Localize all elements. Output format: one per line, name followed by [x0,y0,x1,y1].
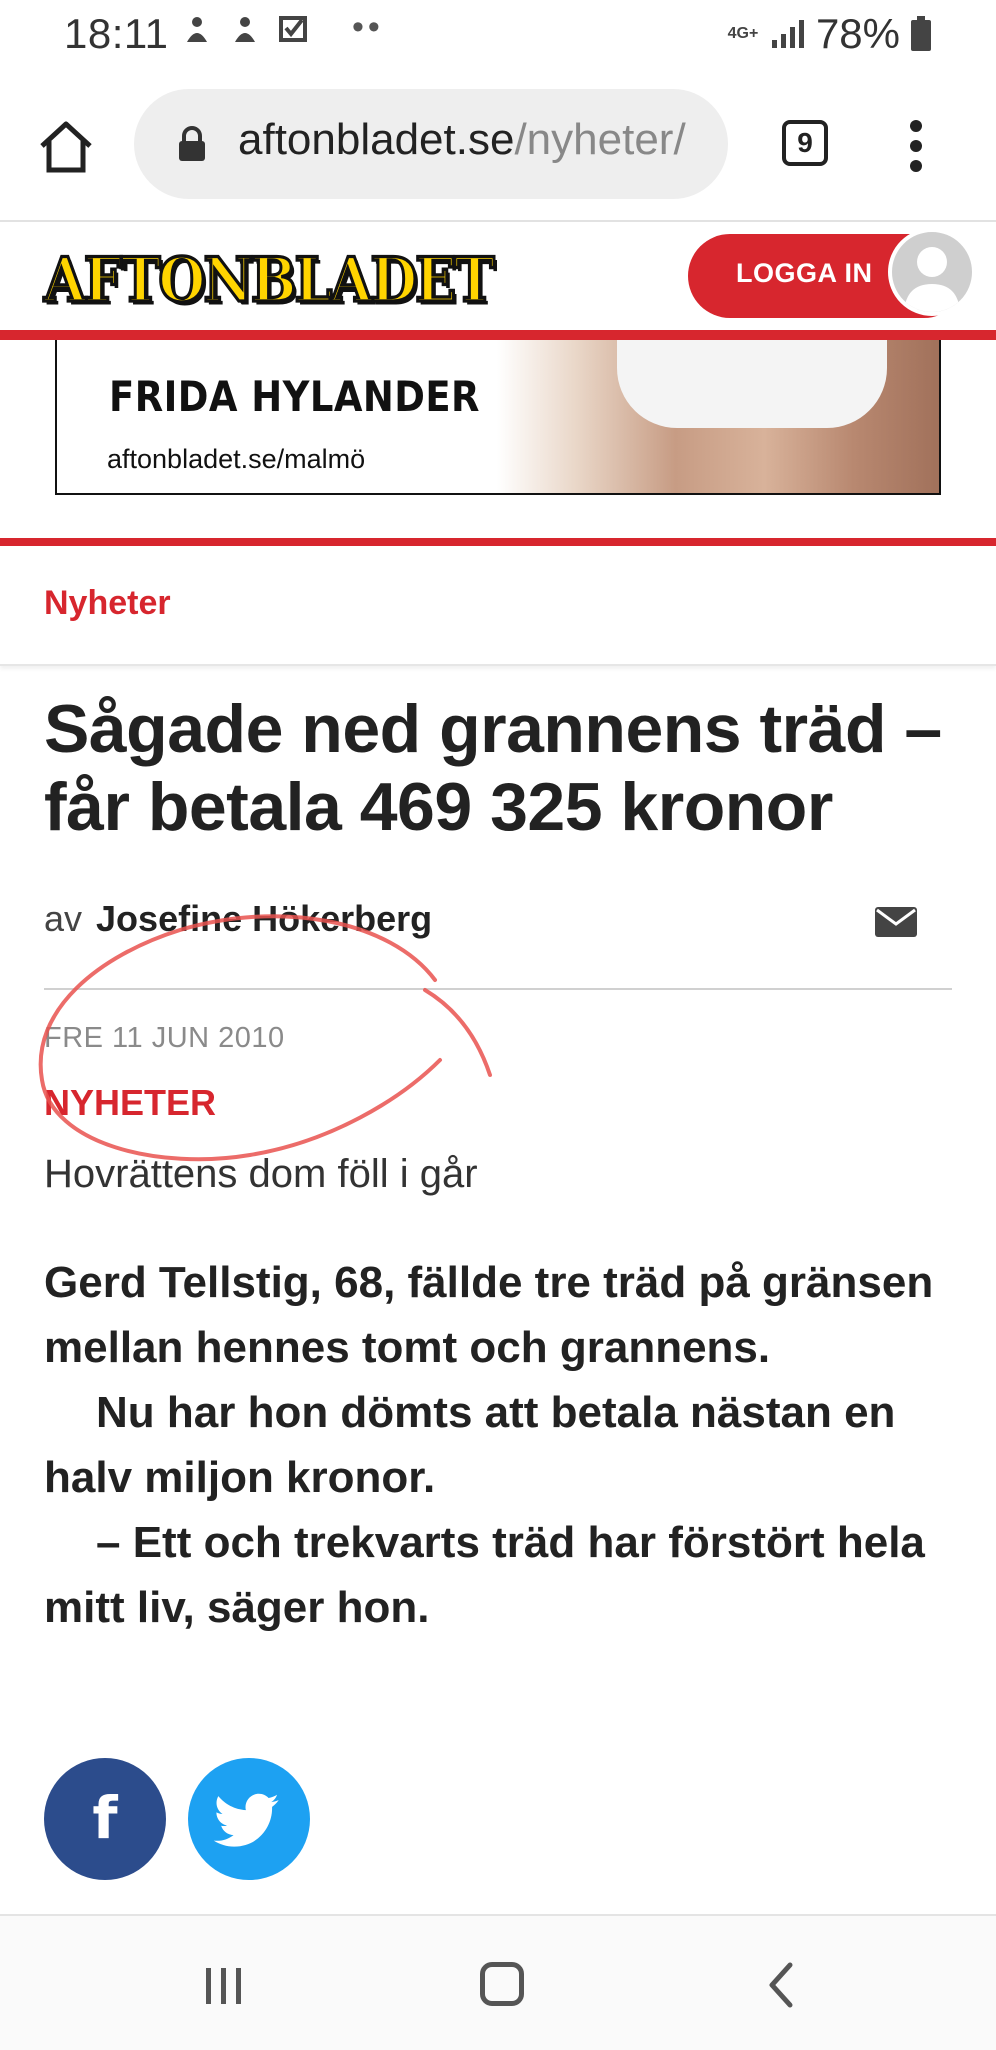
recent-apps-button[interactable] [202,1964,246,2008]
share-twitter-button[interactable] [188,1758,310,1880]
section-divider [0,538,996,546]
home-button[interactable] [36,116,96,176]
notification-icons [182,14,308,44]
url-text: aftonbladet.se/nyheter/ [238,115,708,165]
recent-apps-icon [206,1968,241,2004]
status-right: 4G+ 78% [726,10,932,58]
home-nav-button[interactable] [480,1962,524,2006]
address-bar[interactable]: aftonbladet.se/nyheter/ [134,89,728,199]
ingress-paragraph: Nu har hon dömts att betala nästan en ha… [44,1388,896,1502]
section-bar: Nyheter [0,546,996,666]
site-header: AFTONBLADET LOGGA IN [0,222,996,340]
login-label: LOGGA IN [736,258,873,288]
notification-icon [230,14,260,44]
tab-switcher-button[interactable]: 9 [782,120,828,166]
avatar[interactable] [888,228,976,316]
email-author-button[interactable] [874,906,918,938]
section-link[interactable]: Nyheter [44,584,171,623]
status-bar: 18:11 •• 4G+ 78% [0,0,996,70]
more-notifications-icon: •• [352,8,384,46]
ad-title: FRIDA HYLANDER [109,372,480,421]
article-ingress: Gerd Tellstig, 68, fällde tre träd på gr… [44,1250,964,1640]
share-facebook-button[interactable]: f [44,1758,166,1880]
ad-url: aftonbladet.se/malmö [107,444,366,474]
site-logo[interactable]: AFTONBLADET [43,242,496,317]
user-icon [904,247,960,312]
ad-banner[interactable]: FRIDA HYLANDER aftonbladet.se/malmö [55,340,941,495]
status-time: 18:11 [64,10,169,57]
back-icon [769,1962,793,2008]
system-nav-bar [0,1914,996,2050]
signal-icon [771,20,804,48]
mail-icon [875,907,917,937]
url-host: aftonbladet.se [238,115,515,164]
notification-icon [182,14,212,44]
more-vertical-icon [910,120,922,172]
notification-icon [278,14,308,44]
ingress-paragraph: – Ett och trekvarts träd har förstört he… [44,1518,925,1632]
battery-icon [911,16,931,51]
ad-photo-detail [617,340,887,428]
home-icon [40,121,92,173]
back-button[interactable] [766,1960,796,2010]
article-headline: Sågade ned grannens träd – får betala 46… [44,691,942,845]
network-type: 4G+ [727,25,759,42]
url-path: /nyheter/ [514,115,686,164]
ingress-paragraph: Gerd Tellstig, 68, fällde tre träd på gr… [44,1258,934,1372]
browser-menu-button[interactable] [902,118,930,174]
twitter-icon [213,1793,279,1847]
battery-percent: 78% [815,10,900,57]
handdrawn-circle-annotation [38,914,492,1162]
browser-toolbar: aftonbladet.se/nyheter/ 9 [0,70,996,222]
facebook-icon: f [92,1784,118,1852]
lock-icon [179,126,205,161]
